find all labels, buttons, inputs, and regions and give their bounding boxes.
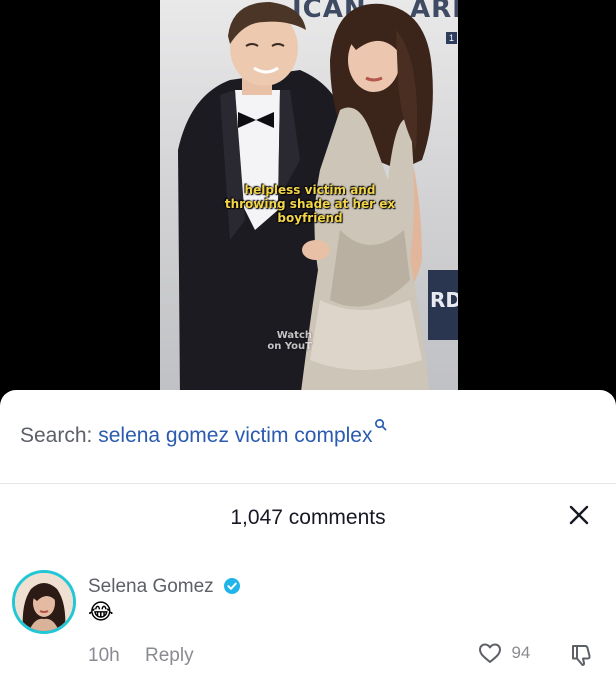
like-button[interactable]: 94 xyxy=(478,642,530,668)
comments-count: 1,047 comments xyxy=(230,506,386,529)
video-player[interactable]: ICAN ARD 1 RDS xyxy=(0,0,616,400)
comment-author-name[interactable]: Selena Gomez xyxy=(88,576,214,597)
like-count: 94 xyxy=(511,643,531,662)
heart-icon[interactable] xyxy=(478,642,502,664)
divider xyxy=(0,483,616,484)
close-icon[interactable] xyxy=(566,502,592,528)
search-term-link[interactable]: selena gomez victim complex xyxy=(98,424,372,447)
youtube-watermark: Watch on YouT xyxy=(252,330,312,352)
video-frame[interactable]: ICAN ARD 1 RDS xyxy=(160,0,458,400)
avatar[interactable] xyxy=(12,570,76,634)
video-caption: helpless victim and throwing shade at he… xyxy=(210,183,410,225)
search-icon[interactable] xyxy=(374,418,387,431)
video-caption-line: helpless victim and xyxy=(244,183,376,197)
video-caption-line: boyfriend xyxy=(277,211,343,225)
comment-author[interactable]: Selena Gomez xyxy=(88,576,240,598)
comments-sheet: Search: selena gomez victim complex 1,04… xyxy=(0,390,616,690)
comment-text: 😂 xyxy=(88,600,114,625)
watermark-line: Watch xyxy=(276,330,312,341)
search-suggestion[interactable]: Search: selena gomez victim complex xyxy=(20,419,386,448)
watermark-line: on YouT xyxy=(267,341,312,352)
thumbs-down-icon[interactable] xyxy=(568,642,594,668)
verified-badge-icon xyxy=(223,578,240,594)
search-prefix: Search: xyxy=(20,424,93,447)
comment-timestamp: 10h xyxy=(88,645,120,666)
comment-item: Selena Gomez 😂 10h Reply 94 xyxy=(0,568,616,690)
reply-button[interactable]: Reply xyxy=(145,645,194,667)
video-caption-line: throwing shade at her ex xyxy=(224,197,396,211)
